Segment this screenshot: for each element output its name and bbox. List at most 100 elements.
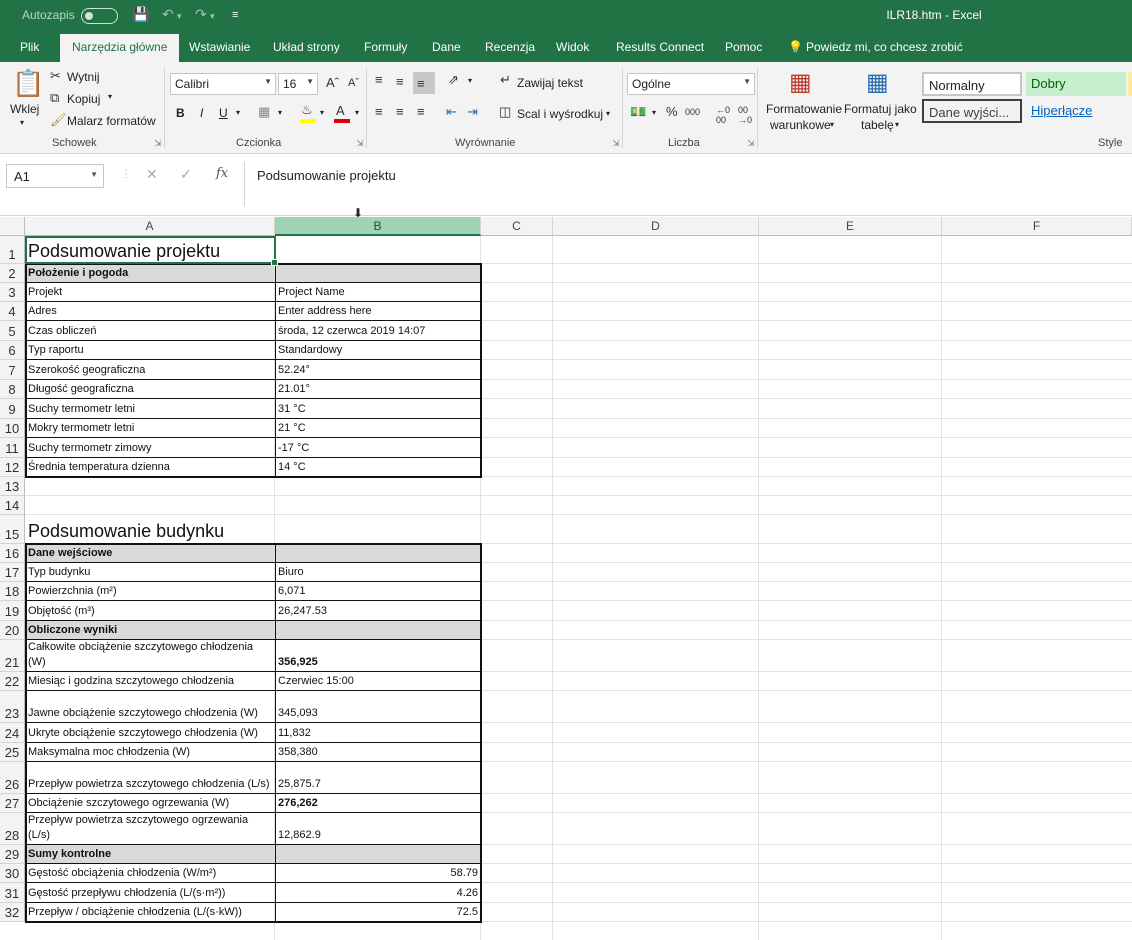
cell-b18[interactable]: 6,071 <box>275 582 481 601</box>
cell-a30[interactable]: Gęstość obciążenia chłodzenia (W/m²) <box>25 864 275 883</box>
tab-insert[interactable]: Wstawianie <box>189 40 250 54</box>
format-as-table-button[interactable]: Formatuj jako <box>844 102 917 116</box>
cell-a12[interactable]: Średnia temperatura dzienna <box>25 458 275 477</box>
style-output[interactable]: Dane wyjści... <box>922 99 1022 123</box>
tab-view[interactable]: Widok <box>556 40 589 54</box>
cell-b20[interactable] <box>275 621 481 640</box>
font-name-select[interactable]: Calibri ▼ <box>170 73 276 95</box>
cell-b25[interactable]: 358,380 <box>275 743 481 762</box>
cell-b7[interactable]: 52.24° <box>275 360 481 380</box>
row-header[interactable]: 26 <box>0 762 25 794</box>
font-color-icon[interactable]: A <box>336 103 345 118</box>
cell-b4[interactable]: Enter address here <box>275 302 481 321</box>
style-good[interactable]: Dobry <box>1026 72 1126 96</box>
cell-a28[interactable]: Przepływ powietrza szczytowego ogrzewani… <box>25 813 275 845</box>
wrap-text-button[interactable]: Zawijaj tekst <box>517 76 583 90</box>
formula-input[interactable]: Podsumowanie projektu <box>244 162 1132 206</box>
tab-results-connect[interactable]: Results Connect <box>616 40 704 54</box>
row-header[interactable]: 24 <box>0 723 25 743</box>
cell-a20[interactable]: Obliczone wyniki <box>25 621 275 640</box>
row-header[interactable]: 12 <box>0 458 25 477</box>
column-header-a[interactable]: A <box>25 217 275 236</box>
copy-button[interactable]: Kopiuj <box>67 92 100 106</box>
cell-a25[interactable]: Maksymalna moc chłodzenia (W) <box>25 743 275 762</box>
row-header[interactable]: 9 <box>0 399 25 419</box>
font-color-dropdown-icon[interactable]: ▾ <box>355 108 359 117</box>
align-top-icon[interactable]: ≡ <box>375 72 383 87</box>
cell-a10[interactable]: Mokry termometr letni <box>25 419 275 438</box>
cell-b14[interactable] <box>275 496 481 515</box>
font-size-select[interactable]: 16 ▼ <box>278 73 318 95</box>
cell-a7[interactable]: Szerokość geograficzna <box>25 360 275 380</box>
cell-a4[interactable]: Adres <box>25 302 275 321</box>
cell-a26[interactable]: Przepływ powietrza szczytowego chłodzeni… <box>25 762 275 794</box>
cell-a17[interactable]: Typ budynku <box>25 563 275 582</box>
alignment-launcher-icon[interactable]: ⇲ <box>612 138 620 149</box>
row-header[interactable]: 31 <box>0 883 25 903</box>
row-header[interactable]: 8 <box>0 380 25 399</box>
cell-b22[interactable]: Czerwiec 15:00 <box>275 672 481 691</box>
tab-review[interactable]: Recenzja <box>485 40 535 54</box>
cell-a8[interactable]: Długość geograficzna <box>25 380 275 399</box>
row-header[interactable]: 15 <box>0 515 25 544</box>
cell-b26[interactable]: 25,875.7 <box>275 762 481 794</box>
paste-button[interactable]: Wklej <box>10 102 39 116</box>
tab-file[interactable]: Plik <box>20 40 39 54</box>
row-header[interactable]: 7 <box>0 360 25 380</box>
style-normal[interactable]: Normalny <box>922 72 1022 96</box>
cell-a16[interactable]: Dane wejściowe <box>25 544 275 563</box>
column-header-c[interactable]: C <box>481 217 553 236</box>
row-header[interactable]: 30 <box>0 864 25 883</box>
increase-decimal-icon[interactable]: ←0 00 <box>716 105 730 125</box>
cell-b19[interactable]: 26,247.53 <box>275 601 481 621</box>
cell-a11[interactable]: Suchy termometr zimowy <box>25 438 275 458</box>
cell-b30[interactable]: 58.79 <box>275 864 481 883</box>
tab-help[interactable]: Pomoc <box>725 40 762 54</box>
cell-a9[interactable]: Suchy termometr letni <box>25 399 275 419</box>
cell-b28[interactable]: 12,862.9 <box>275 813 481 845</box>
format-table-dropdown-icon[interactable]: ▾ <box>895 120 899 129</box>
row-header[interactable]: 2 <box>0 264 25 283</box>
paste-icon[interactable]: 📋 <box>12 68 44 99</box>
cell-a5[interactable]: Czas obliczeń <box>25 321 275 341</box>
cell-a6[interactable]: Typ raportu <box>25 341 275 360</box>
borders-icon[interactable]: ▦ <box>258 104 270 120</box>
row-header[interactable]: 6 <box>0 341 25 360</box>
cell-b13[interactable] <box>275 477 481 496</box>
align-bottom-icon[interactable]: ≡ <box>417 76 425 91</box>
cell-a14[interactable] <box>25 496 275 515</box>
column-header-e[interactable]: E <box>759 217 942 236</box>
bold-button[interactable]: B <box>176 106 185 120</box>
row-header[interactable]: 3 <box>0 283 25 302</box>
cell-a13[interactable] <box>25 477 275 496</box>
tab-data[interactable]: Dane <box>432 40 461 54</box>
cell-a24[interactable]: Ukryte obciążenie szczytowego chłodzenia… <box>25 723 275 743</box>
row-header[interactable]: 4 <box>0 302 25 321</box>
cell-b9[interactable]: 31 °C <box>275 399 481 419</box>
formula-bar-handle-icon[interactable]: ⋮ <box>121 169 131 180</box>
cell-b24[interactable]: 11,832 <box>275 723 481 743</box>
cell-a15[interactable]: Podsumowanie budynku <box>25 515 275 544</box>
orientation-dropdown-icon[interactable]: ▾ <box>468 76 472 85</box>
row-header[interactable]: 16 <box>0 544 25 563</box>
decrease-indent-icon[interactable]: ⇤ <box>446 104 457 120</box>
increase-indent-icon[interactable]: ⇥ <box>467 104 478 120</box>
copy-dropdown-icon[interactable]: ▾ <box>108 92 112 101</box>
cell-a19[interactable]: Objętość (m³) <box>25 601 275 621</box>
column-header-f[interactable]: F <box>942 217 1132 236</box>
cell-a27[interactable]: Obciążenie szczytowego ogrzewania (W) <box>25 794 275 813</box>
row-header[interactable]: 11 <box>0 438 25 458</box>
cell-a21[interactable]: Całkowite obciążenie szczytowego chłodze… <box>25 640 275 672</box>
orientation-icon[interactable]: ⇗ <box>448 72 459 88</box>
decrease-font-icon[interactable]: Aˇ <box>348 77 359 89</box>
cell-a22[interactable]: Miesiąc i godzina szczytowego chłodzenia <box>25 672 275 691</box>
percent-icon[interactable]: % <box>666 104 678 119</box>
cell-a18[interactable]: Powierzchnia (m²) <box>25 582 275 601</box>
cell-b31[interactable]: 4.26 <box>275 883 481 903</box>
fill-color-dropdown-icon[interactable]: ▾ <box>320 108 324 117</box>
tab-home[interactable]: Narzędzia główne <box>60 34 180 62</box>
row-header[interactable]: 17 <box>0 563 25 582</box>
align-left-icon[interactable]: ≡ <box>375 104 383 119</box>
row-header[interactable]: 13 <box>0 477 25 496</box>
currency-dropdown-icon[interactable]: ▾ <box>652 108 656 117</box>
